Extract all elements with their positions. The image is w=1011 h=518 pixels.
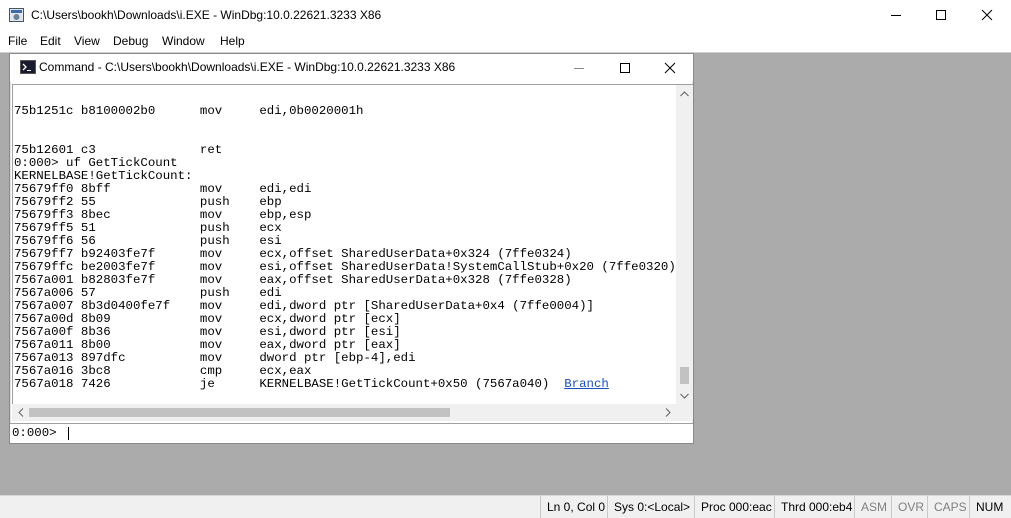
maximize-icon (936, 10, 946, 20)
child-close-button[interactable] (647, 54, 693, 81)
status-sys: Sys 0:<Local> (607, 496, 694, 518)
console-icon (20, 60, 36, 74)
branch-instruction-text: 7567a018 7426 je KERNELBASE!GetTickCount… (14, 377, 565, 391)
branch-link[interactable]: Branch (564, 377, 609, 391)
maximize-icon (620, 62, 630, 73)
output-line: 75b1251c b8100002b0 mov edi,0b0020001h (14, 104, 364, 118)
command-window-title: Command - C:\Users\bookh\Downloads\i.EXE… (39, 60, 456, 74)
scroll-right-arrow-icon[interactable] (659, 404, 676, 421)
status-proc: Proc 000:eac (694, 496, 774, 518)
status-num: NUM (969, 496, 1011, 518)
scroll-left-arrow-icon[interactable] (12, 404, 29, 421)
maximize-button[interactable] (918, 0, 964, 30)
app-title: C:\Users\bookh\Downloads\i.EXE - WinDbg:… (31, 8, 382, 22)
menu-edit[interactable]: Edit (40, 34, 61, 48)
command-prompt: 0:000> (12, 426, 57, 440)
close-icon (981, 9, 993, 21)
vertical-scroll-thumb[interactable] (680, 367, 689, 384)
child-minimize-button[interactable] (556, 54, 602, 81)
status-position: Ln 0, Col 0 (540, 496, 607, 518)
output-line-branch: 7567a018 7426 je KERNELBASE!GetTickCount… (14, 378, 676, 391)
close-button[interactable] (964, 0, 1010, 30)
command-line: 0:000> (10, 423, 693, 443)
command-output-text: 75b1251c b8100002b0 mov edi,0b0020001h 7… (14, 85, 676, 405)
text-caret (68, 427, 69, 440)
scroll-up-arrow-icon[interactable] (676, 85, 693, 102)
status-bar: Ln 0, Col 0 Sys 0:<Local> Proc 000:eac T… (0, 495, 1011, 518)
minimize-button[interactable] (873, 0, 919, 30)
status-thrd: Thrd 000:eb4 (774, 496, 854, 518)
menu-bar: File Edit View Debug Window Help (0, 30, 1011, 52)
minimize-icon (574, 67, 584, 69)
vertical-scrollbar[interactable] (676, 84, 693, 404)
menu-debug[interactable]: Debug (113, 34, 148, 48)
horizontal-scrollbar[interactable] (12, 404, 676, 421)
command-output[interactable]: 75b1251c b8100002b0 mov edi,0b0020001h 7… (12, 84, 676, 404)
menu-file[interactable]: File (8, 34, 27, 48)
status-caps: CAPS (927, 496, 969, 518)
command-input[interactable] (68, 425, 688, 441)
windbg-icon[interactable] (9, 8, 24, 22)
app-title-bar: C:\Users\bookh\Downloads\i.EXE - WinDbg:… (0, 0, 1011, 30)
close-icon (664, 62, 676, 73)
command-window: Command - C:\Users\bookh\Downloads\i.EXE… (9, 53, 694, 444)
menu-window[interactable]: Window (162, 34, 205, 48)
minimize-icon (891, 15, 901, 16)
horizontal-scroll-thumb[interactable] (29, 408, 450, 417)
status-asm: ASM (854, 496, 891, 518)
command-window-title-bar[interactable]: Command - C:\Users\bookh\Downloads\i.EXE… (10, 54, 693, 81)
menu-view[interactable]: View (74, 34, 100, 48)
scroll-down-arrow-icon[interactable] (676, 387, 693, 404)
child-maximize-button[interactable] (602, 54, 648, 81)
status-ovr: OVR (891, 496, 927, 518)
menu-help[interactable]: Help (220, 34, 245, 48)
scrollbar-corner (676, 404, 693, 421)
